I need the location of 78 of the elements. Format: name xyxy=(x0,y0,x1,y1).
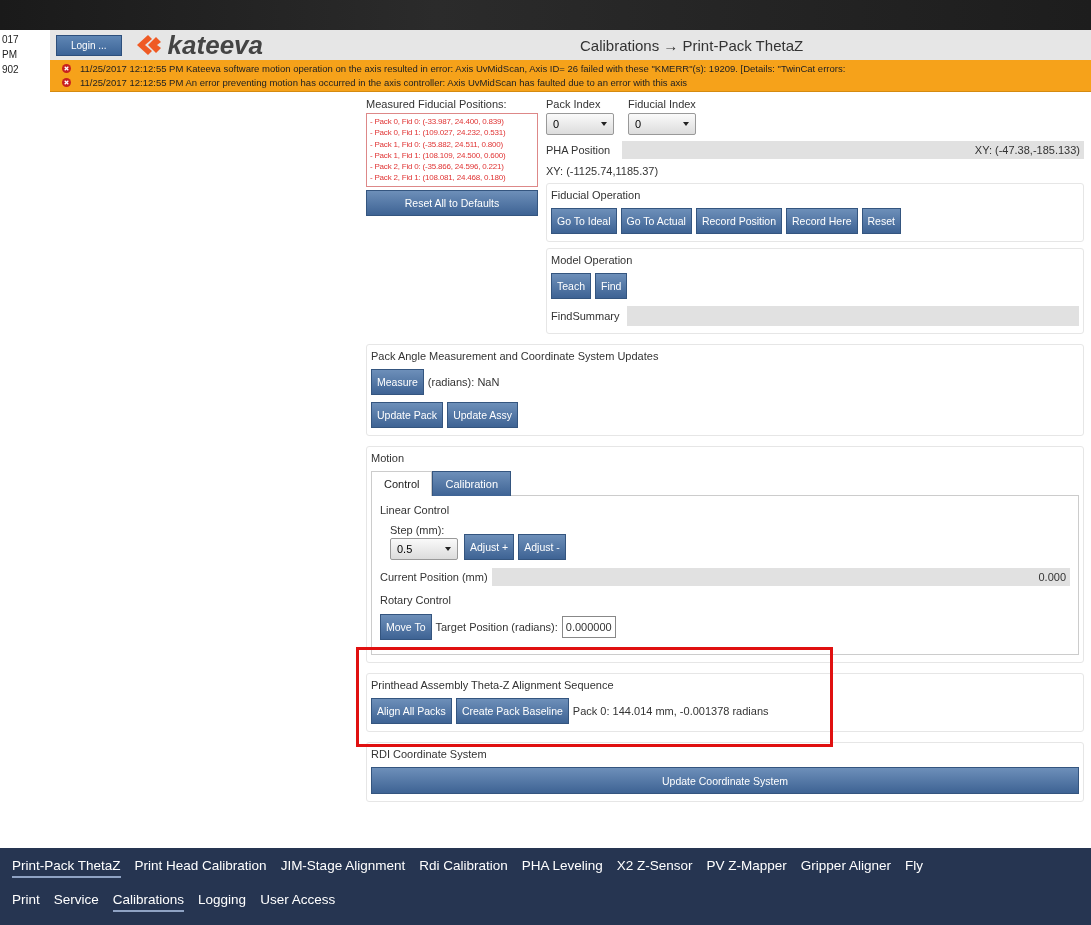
nav-tab[interactable]: Service xyxy=(53,892,99,912)
window-title: Calibrations → Print-Pack ThetaZ xyxy=(580,36,804,54)
action-button[interactable]: Record Here xyxy=(786,208,858,234)
nav-tab[interactable]: JIM-Stage Alignment xyxy=(280,858,406,878)
action-button[interactable]: Go To Actual xyxy=(620,208,692,234)
nav-tab[interactable]: Print xyxy=(12,892,40,912)
fiducial-list-label: Measured Fiducial Positions: xyxy=(366,98,508,110)
fiducial-entry: - Pack 1, Fid 1: (108.109, 24.500, 0.600) xyxy=(370,149,507,162)
index-dropdown[interactable]: 0 xyxy=(546,113,614,135)
group-title: Rotary Control xyxy=(380,594,452,606)
clock-fragment: 017 xyxy=(2,34,20,45)
action-button[interactable]: Adjust + xyxy=(464,534,515,560)
group-title: Motion xyxy=(371,452,406,464)
group-title: Printhead Assembly Theta-Z Alignment Sequence xyxy=(371,679,615,691)
error-icon xyxy=(62,64,71,73)
action-button[interactable]: Teach xyxy=(551,273,592,299)
brand-name: kateeva xyxy=(167,32,263,58)
fiducial-entry: - Pack 1, Fid 0: (-35.882, 24.511, 0.800) xyxy=(370,138,505,150)
error-message: 11/25/2017 12:12:55 PM An error preventing motion has occurred in the axis controller: Axis UvMidScan has faulted due to an error with this axis xyxy=(80,77,688,88)
find-summary-label: FindSummary xyxy=(551,310,620,322)
current-position-field: 0.000 xyxy=(491,568,1070,586)
action-button[interactable]: Adjust - xyxy=(518,534,566,560)
pha-position-label: PHA Position xyxy=(546,144,611,156)
nav-tab[interactable]: Logging xyxy=(198,892,247,912)
angle-reading: (radians): NaN xyxy=(427,376,500,388)
index-dropdown[interactable]: 0 xyxy=(628,113,696,135)
clock-fragment: PM xyxy=(2,49,18,60)
index-label: Fiducial Index xyxy=(628,98,696,110)
index-label: Pack Index xyxy=(546,98,601,110)
alignment-result: Pack 0: 144.014 mm, -0.001378 radians xyxy=(572,705,769,717)
nav-tab[interactable]: PHA Leveling xyxy=(521,858,603,878)
nav-tab[interactable]: Fly xyxy=(904,858,923,878)
nav-tab[interactable]: Print-Pack ThetaZ xyxy=(12,858,121,878)
step-dropdown[interactable]: 0.5 xyxy=(390,538,458,560)
nav-tab[interactable]: Print Head Calibration xyxy=(134,858,267,878)
action-button[interactable]: Record Position xyxy=(695,208,782,234)
action-button[interactable]: Find xyxy=(595,273,628,299)
group-title: Fiducial Operation xyxy=(551,189,642,201)
motion-tab[interactable]: Calibration xyxy=(432,471,512,496)
action-button[interactable]: Measure xyxy=(371,369,424,395)
group-title: Model Operation xyxy=(551,254,634,266)
group-title: Linear Control xyxy=(380,504,451,516)
action-button[interactable]: Move To xyxy=(380,614,432,640)
dropdown-caret-icon xyxy=(601,122,607,126)
nav-tab[interactable]: X2 Z-Sensor xyxy=(616,858,693,878)
error-message: 11/25/2017 12:12:55 PM Kateeva software motion operation on the axis resulted in error: Axis UvMidScan, Axis ID= 26 failed with these "KMERR"(s): 19209. [Details: "TwinCat errors: xyxy=(80,63,846,74)
target-position-field[interactable]: 0.000000 xyxy=(561,616,616,638)
motion-tab[interactable]: Control xyxy=(371,471,433,496)
nav-tab[interactable]: Calibrations xyxy=(112,892,185,912)
fiducial-entry: - Pack 2, Fid 0: (-35.866, 24.596, 0.221) xyxy=(370,161,505,173)
current-position-label: Current Position (mm) xyxy=(380,571,488,583)
action-button[interactable]: Reset All to Defaults xyxy=(366,189,538,216)
group-title: RDI Coordinate System xyxy=(371,748,488,760)
action-button[interactable]: Go To Ideal xyxy=(551,208,617,234)
action-button[interactable]: Update Assy xyxy=(447,402,519,428)
action-button[interactable]: Align All Packs xyxy=(371,698,452,724)
fiducial-entry: - Pack 2, Fid 1: (108.081, 24.468, 0.180) xyxy=(370,172,507,184)
action-button[interactable]: Reset xyxy=(861,208,901,234)
group-title: Pack Angle Measurement and Coordinate System Updates xyxy=(371,350,660,362)
nav-tab[interactable]: User Access xyxy=(260,892,336,912)
dropdown-caret-icon xyxy=(445,547,451,551)
logo-icon xyxy=(135,34,162,56)
action-button[interactable]: Update Pack xyxy=(371,402,444,428)
dropdown-caret-icon xyxy=(683,122,689,126)
action-button[interactable]: Update Coordinate System xyxy=(371,767,1079,794)
pha-position-field: XY: (-47.38,-185.133) xyxy=(622,141,1084,159)
login-button[interactable]: Login ... xyxy=(56,34,122,56)
nav-tab[interactable]: Gripper Aligner xyxy=(800,858,891,878)
action-button[interactable]: Create Pack Baseline xyxy=(455,698,569,724)
target-position-label: Target Position (radians): xyxy=(435,621,558,633)
error-icon xyxy=(62,78,71,87)
clock-fragment: 902 xyxy=(2,64,20,75)
step-label: Step (mm): xyxy=(390,524,445,536)
nav-tab[interactable]: Rdi Calibration xyxy=(419,858,508,878)
fiducial-entry: - Pack 0, Fid 1: (109.027, 24.232, 0.531) xyxy=(370,127,507,139)
fiducial-entry: - Pack 0, Fid 0: (-33.987, 24.400, 0.839) xyxy=(370,116,505,128)
xy-readout: XY: (-1125.74,1185.37) xyxy=(546,165,660,177)
nav-tab[interactable]: PV Z-Mapper xyxy=(706,858,787,878)
